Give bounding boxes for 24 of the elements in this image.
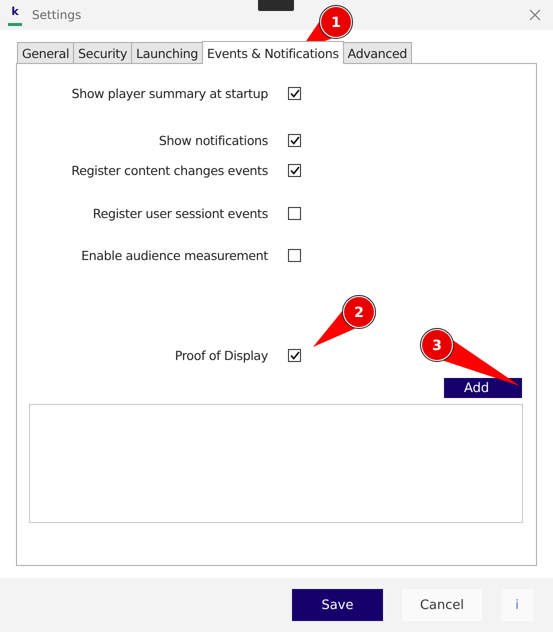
checkbox[interactable] bbox=[288, 164, 301, 176]
option-label: Show player summary at startup bbox=[70, 86, 268, 100]
cancel-button[interactable]: Cancel bbox=[402, 589, 482, 621]
tab[interactable]: Launching bbox=[131, 42, 204, 63]
tab[interactable]: Events & Notifications bbox=[202, 41, 344, 64]
save-button[interactable]: Save bbox=[292, 589, 383, 621]
close-icon[interactable] bbox=[529, 9, 541, 21]
checkbox[interactable] bbox=[288, 348, 301, 362]
checkbox[interactable] bbox=[288, 86, 301, 100]
checkbox[interactable] bbox=[288, 134, 301, 146]
tab[interactable]: Advanced bbox=[342, 42, 412, 63]
info-button[interactable]: i bbox=[501, 589, 533, 621]
window-title: Settings bbox=[32, 8, 82, 22]
option-label: Proof of Display bbox=[174, 348, 268, 362]
list-field[interactable] bbox=[29, 404, 523, 523]
option-label: Register user sessiont events bbox=[92, 206, 268, 220]
option-label: Register content changes events bbox=[70, 162, 268, 178]
checkbox[interactable] bbox=[288, 248, 301, 262]
option-label: Show notifications bbox=[158, 132, 268, 148]
tab[interactable]: General bbox=[17, 42, 74, 63]
drag-handle[interactable] bbox=[258, 0, 294, 11]
checkbox[interactable] bbox=[288, 206, 301, 220]
tab[interactable]: Security bbox=[73, 42, 132, 63]
option-label: Enable audience measurement bbox=[80, 248, 268, 262]
